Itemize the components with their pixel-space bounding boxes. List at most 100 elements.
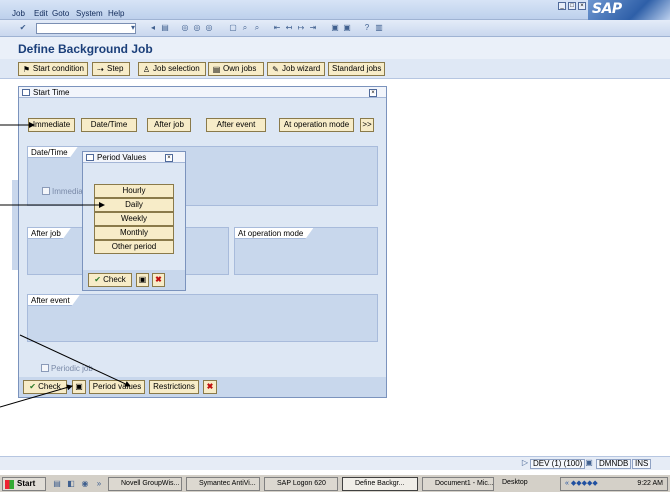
prev-page-icon[interactable]: ↤ <box>284 23 294 33</box>
task-groupwise[interactable]: Novell GroupWis... <box>108 477 182 491</box>
browser-icon[interactable]: ◉ <box>80 479 90 489</box>
back-icon[interactable]: ◎ <box>180 23 190 33</box>
start-time-dialog: Start Time × Immediate Date/Time After j… <box>18 86 387 398</box>
cancel-icon[interactable]: ✖ <box>152 273 165 287</box>
new-session-icon[interactable]: ▣ <box>330 23 340 33</box>
enter-icon[interactable]: ✔ <box>18 23 28 33</box>
system-tray: « ◆◆◆◆◆ 9:22 AM <box>560 477 668 491</box>
close-icon[interactable]: × <box>165 154 173 162</box>
job-selection-button[interactable]: ♙ Job selection <box>138 62 206 76</box>
menu-goto[interactable]: Goto <box>52 9 69 18</box>
tray-icons: « ◆◆◆◆◆ <box>565 480 598 487</box>
check-button[interactable]: ✔ Check <box>23 380 67 394</box>
menu-system[interactable]: System <box>76 9 103 18</box>
at-operation-mode-button[interactable]: At operation mode <box>279 118 354 132</box>
person-icon: ♙ <box>142 64 151 74</box>
task-symantec[interactable]: Symantec AntiVi... <box>186 477 260 491</box>
group-label: After job <box>28 228 71 239</box>
application-toolbar: ⚑ Start condition ⇢ Step ♙ Job selection… <box>0 59 670 79</box>
find-next-icon[interactable]: ⌕ <box>252 23 262 33</box>
cancel-icon[interactable]: ◎ <box>204 23 214 33</box>
shortcut-icon[interactable]: ▣ <box>342 23 352 33</box>
more-button[interactable]: >> <box>360 118 374 132</box>
quicklaunch-icon[interactable]: ◧ <box>66 479 76 489</box>
desktop-toolbar[interactable]: Desktop <box>502 479 528 486</box>
periodic-job-label: Periodic job <box>51 364 93 373</box>
date-time-group: Date/Time Immediate <box>27 146 378 206</box>
next-page-icon[interactable]: ↦ <box>296 23 306 33</box>
status-toggle-icon[interactable]: ▣ <box>584 458 594 468</box>
first-page-icon[interactable]: ⇤ <box>272 23 282 33</box>
period-values-button[interactable]: Period values <box>89 380 145 394</box>
save-icon[interactable]: ▤ <box>160 23 170 33</box>
window-icon <box>22 89 30 96</box>
start-button[interactable]: Start <box>2 477 46 491</box>
dropdown-icon[interactable]: ▾ <box>128 23 138 33</box>
immediate-checkbox[interactable] <box>42 187 50 195</box>
flag-icon: ⚑ <box>22 64 31 74</box>
start-condition-button[interactable]: ⚑ Start condition <box>18 62 88 76</box>
window-controls: _ □ × <box>558 2 586 10</box>
dialog-button-bar: ✔ Check ▣ Period values Restrictions ✖ <box>19 377 386 397</box>
help-icon[interactable]: ? <box>362 23 372 33</box>
minimize-icon[interactable]: _ <box>558 2 566 10</box>
own-jobs-button[interactable]: ▤ Own jobs <box>208 62 264 76</box>
job-wizard-button[interactable]: ✎ Job wizard <box>267 62 325 76</box>
window-icon <box>86 154 94 161</box>
desktop-icon[interactable]: ▤ <box>52 479 62 489</box>
wizard-icon: ✎ <box>272 64 279 74</box>
close-icon[interactable]: × <box>369 89 377 97</box>
close-window-icon[interactable]: × <box>578 2 586 10</box>
menu-help[interactable]: Help <box>108 9 124 18</box>
status-expand-icon[interactable]: ▷ <box>520 458 530 468</box>
dialog-button-bar: ✔ Check ▣ ✖ <box>83 270 185 290</box>
prev-icon[interactable]: ◂ <box>148 23 158 33</box>
windows-taskbar: Start ▤ ◧ ◉ » Novell GroupWis... Symante… <box>0 474 670 492</box>
standard-jobs-button[interactable]: Standard jobs <box>328 62 385 76</box>
server-info: DMNDB <box>596 459 632 469</box>
document-icon: ▤ <box>212 64 221 74</box>
save-icon[interactable]: ▣ <box>136 273 149 287</box>
weekly-button[interactable]: Weekly <box>94 212 174 226</box>
find-icon[interactable]: ⌕ <box>240 23 250 33</box>
layout-icon[interactable]: ▥ <box>374 23 384 33</box>
command-field[interactable] <box>36 23 136 34</box>
dialog-title: Period Values <box>97 153 147 162</box>
insert-mode: INS <box>632 459 652 469</box>
after-job-button[interactable]: After job <box>147 118 191 132</box>
date-time-button[interactable]: Date/Time <box>81 118 137 132</box>
system-info: DEV (1) (100) <box>530 459 586 469</box>
monthly-button[interactable]: Monthly <box>94 226 174 240</box>
page-title: Define Background Job <box>18 42 153 56</box>
windows-logo-icon <box>5 480 14 489</box>
maximize-icon[interactable]: □ <box>568 2 576 10</box>
menu-edit[interactable]: Edit <box>34 9 48 18</box>
hourly-button[interactable]: Hourly <box>94 184 174 198</box>
print-icon[interactable]: ▢ <box>228 23 238 33</box>
other-period-button[interactable]: Other period <box>94 240 174 254</box>
exit-icon[interactable]: ◎ <box>192 23 202 33</box>
cancel-icon[interactable]: ✖ <box>203 380 217 394</box>
task-document1[interactable]: Document1 - Mic... <box>422 477 494 491</box>
menu-job[interactable]: Job <box>12 9 25 18</box>
dialog-title-bar: Start Time × <box>19 87 386 98</box>
last-page-icon[interactable]: ⇥ <box>308 23 318 33</box>
immediate-button[interactable]: Immediate <box>28 118 75 132</box>
more-icon[interactable]: » <box>94 479 104 489</box>
task-define-background-job[interactable]: Define Backgr... <box>342 477 418 491</box>
task-sap-logon[interactable]: SAP Logon 620 <box>264 477 338 491</box>
standard-toolbar: ✔ ▾ ◂ ▤ ◎ ◎ ◎ ▢ ⌕ ⌕ ⇤ ↤ ↦ ⇥ ▣ ▣ ? ▥ <box>0 20 670 37</box>
restrictions-button[interactable]: Restrictions <box>149 380 199 394</box>
period-values-dialog: Period Values × Hourly Daily Weekly Mont… <box>82 151 186 291</box>
daily-button[interactable]: Daily <box>94 198 174 212</box>
periodic-job-checkbox[interactable] <box>41 364 49 372</box>
group-label: At operation mode <box>235 228 313 239</box>
menu-bar: Job Edit Goto System Help _ □ × SAP <box>0 0 670 20</box>
save-icon[interactable]: ▣ <box>72 380 86 394</box>
group-label: Date/Time <box>28 147 78 158</box>
step-button[interactable]: ⇢ Step <box>92 62 130 76</box>
check-button[interactable]: ✔ Check <box>88 273 132 287</box>
title-area: Define Background Job <box>0 37 670 59</box>
dialog-title-bar: Period Values × <box>83 152 185 163</box>
after-event-button[interactable]: After event <box>206 118 266 132</box>
